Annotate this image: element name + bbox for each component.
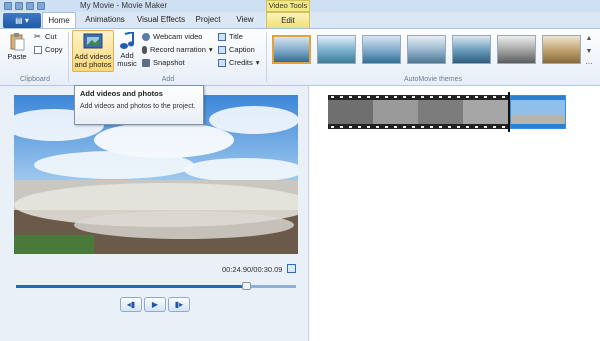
chevron-down-icon: ▾ <box>208 45 213 54</box>
seek-bar[interactable] <box>16 282 296 290</box>
previous-frame-icon: ◂▮ <box>126 300 136 309</box>
redo-icon[interactable] <box>26 2 34 10</box>
playback-controls: ◂▮ ▶ ▮▸ <box>120 297 190 312</box>
theme-sepia[interactable] <box>542 35 581 64</box>
caption-icon <box>218 46 226 54</box>
ribbon-tabs: ▤ ▾ Home Animations Visual Effects Proje… <box>0 12 600 29</box>
paste-button[interactable]: Paste <box>6 33 28 61</box>
microphone-icon <box>142 46 147 54</box>
camera-icon <box>142 59 150 67</box>
tab-project[interactable]: Project <box>190 12 226 28</box>
save-icon[interactable] <box>4 2 12 10</box>
caption-button[interactable]: Caption <box>218 45 255 55</box>
ribbon: Paste ✂ Cut Copy Clipboard Add videos an… <box>0 29 600 86</box>
themes-scroll-up-icon[interactable]: ▲ <box>584 33 594 45</box>
film-photo-icon <box>83 33 103 49</box>
storyboard-pane <box>310 86 600 341</box>
cut-button[interactable]: ✂ Cut <box>34 32 57 42</box>
webcam-label: Webcam video <box>153 32 203 41</box>
snapshot-button[interactable]: Snapshot <box>142 58 185 68</box>
copy-label: Copy <box>45 45 63 54</box>
add-music-label-line2: music <box>117 59 137 68</box>
clipboard-group-label: Clipboard <box>20 76 50 83</box>
paste-icon <box>10 33 25 51</box>
copy-button[interactable]: Copy <box>34 45 63 55</box>
fullscreen-icon[interactable] <box>287 264 296 273</box>
play-button[interactable]: ▶ <box>144 297 166 312</box>
scissors-icon: ✂ <box>34 32 41 41</box>
previous-frame-button[interactable]: ◂▮ <box>120 297 142 312</box>
credits-label: Credits <box>229 58 253 67</box>
next-frame-button[interactable]: ▮▸ <box>168 297 190 312</box>
window-title: My Movie - Movie Maker <box>80 1 168 10</box>
add-videos-label-line2: and photos <box>74 60 112 69</box>
playback-time: 00:24.90/00:30.09 <box>222 265 283 274</box>
app-menu-button[interactable]: ▤ ▾ <box>3 13 41 28</box>
group-divider <box>266 32 267 82</box>
theme-default[interactable] <box>272 35 311 64</box>
customize-icon[interactable] <box>37 2 45 10</box>
caption-label: Caption <box>229 45 255 54</box>
tooltip-body: Add videos and photos to the project. <box>80 103 196 110</box>
copy-icon <box>34 46 42 54</box>
play-icon: ▶ <box>151 300 159 309</box>
music-note-icon <box>120 30 134 49</box>
theme-contemporary[interactable] <box>317 35 356 64</box>
snapshot-label: Snapshot <box>153 58 185 67</box>
tab-visual-effects[interactable]: Visual Effects <box>134 12 188 28</box>
chevron-down-icon: ▾ <box>255 58 260 67</box>
add-music-button[interactable]: Add music <box>115 30 139 68</box>
tab-view[interactable]: View <box>228 12 262 28</box>
title-label: Title <box>229 32 243 41</box>
record-narration-button[interactable]: Record narration ▾ <box>142 45 213 55</box>
seek-progress <box>16 285 246 288</box>
theme-fade[interactable] <box>362 35 401 64</box>
add-videos-photos-button[interactable]: Add videos and photos <box>72 30 114 72</box>
themes-scroll-down-icon[interactable]: ▼ <box>584 46 594 58</box>
video-tools-context-label: Video Tools <box>266 0 310 12</box>
themes-more-icon[interactable]: ⋯ <box>584 59 594 71</box>
title-bar: My Movie - Movie Maker Video Tools <box>0 0 600 12</box>
cut-label: Cut <box>45 32 57 41</box>
title-button[interactable]: Title <box>218 32 243 42</box>
tooltip-title: Add videos and photos <box>80 89 163 98</box>
narration-label: Record narration <box>150 45 206 54</box>
credits-icon <box>218 59 226 67</box>
next-frame-icon: ▮▸ <box>174 300 184 309</box>
themes-group-label: AutoMovie themes <box>404 76 462 83</box>
seek-thumb[interactable] <box>241 282 251 290</box>
quick-access-toolbar <box>4 1 45 11</box>
tab-edit[interactable]: Edit <box>266 12 310 28</box>
webcam-icon <box>142 33 150 41</box>
group-divider <box>68 32 69 82</box>
undo-icon[interactable] <box>15 2 23 10</box>
webcam-video-button[interactable]: Webcam video <box>142 32 202 42</box>
theme-pan-zoom[interactable] <box>407 35 446 64</box>
theme-black-white[interactable] <box>497 35 536 64</box>
credits-button[interactable]: Credits ▾ <box>218 58 260 68</box>
add-group-label: Add <box>161 76 175 83</box>
theme-cinematic[interactable] <box>452 35 491 64</box>
tab-animations[interactable]: Animations <box>78 12 132 28</box>
photo-clip-thumbnail[interactable] <box>510 95 566 129</box>
add-videos-tooltip: Add videos and photos Add videos and pho… <box>74 85 204 125</box>
tab-home[interactable]: Home <box>42 12 76 28</box>
paste-label: Paste <box>7 52 27 61</box>
title-icon <box>218 33 226 41</box>
video-clip-thumbnail[interactable] <box>328 95 508 129</box>
